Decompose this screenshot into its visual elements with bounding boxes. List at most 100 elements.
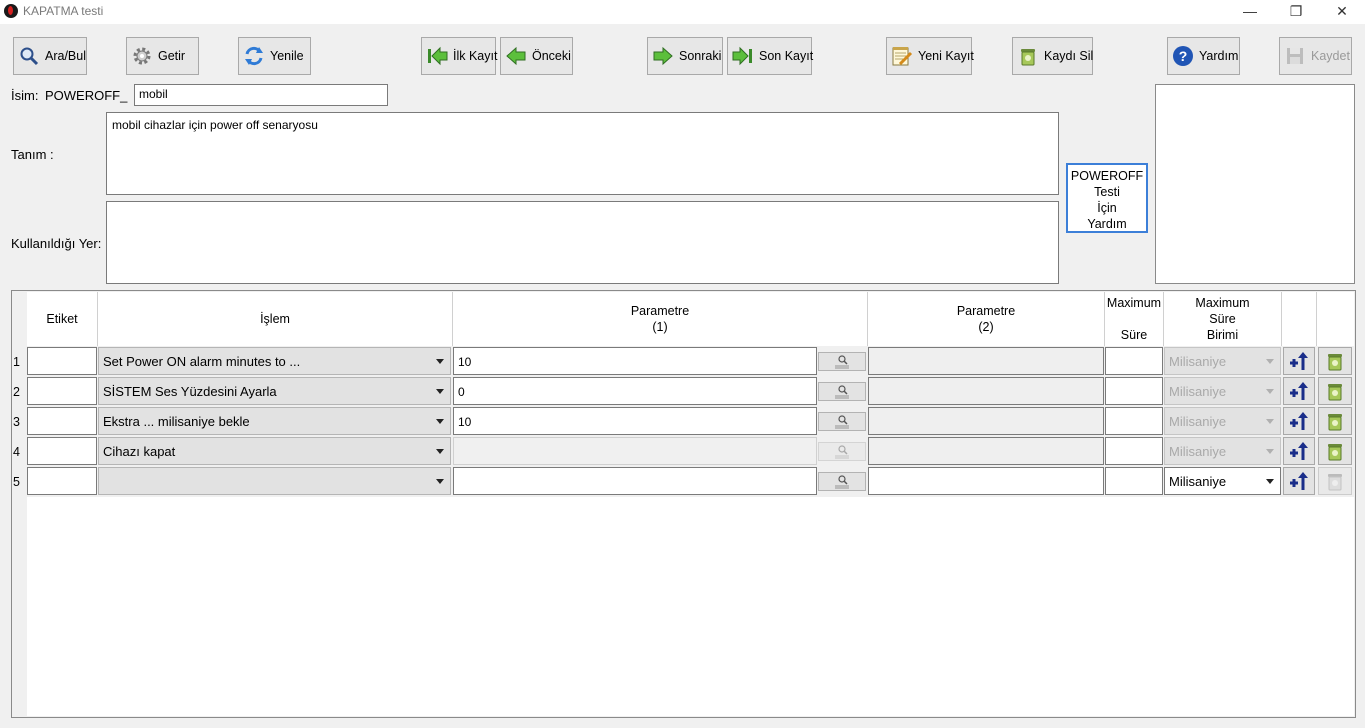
row-islem-value: Set Power ON alarm minutes to ... — [103, 354, 301, 369]
header-islem-text: İşlem — [260, 312, 290, 326]
row-etiket-input[interactable] — [27, 437, 97, 465]
previous-button[interactable]: Önceki — [500, 37, 573, 75]
maximize-button[interactable]: ❐ — [1273, 0, 1319, 24]
row-search-f12-button[interactable] — [818, 472, 866, 491]
row-param2-input[interactable] — [868, 407, 1104, 435]
delete-record-button[interactable]: Kaydı Sil — [1012, 37, 1093, 75]
row-etiket-input[interactable] — [27, 407, 97, 435]
first-arrow-icon — [426, 45, 448, 67]
row-param2-input[interactable] — [868, 377, 1104, 405]
row-delete-button[interactable] — [1318, 347, 1352, 375]
header-param1-line2: (1) — [652, 320, 668, 334]
row-islem-value: Ekstra ... milisaniye bekle — [103, 414, 250, 429]
test-help-button[interactable]: POWEROFF Testi İçin Yardım — [1066, 163, 1148, 233]
search-f12-icon — [835, 414, 849, 429]
new-record-label: Yeni Kayıt — [918, 49, 974, 63]
save-button[interactable]: Kaydet — [1279, 37, 1352, 75]
row-param2-input[interactable] — [868, 347, 1104, 375]
row-birim-value: Milisaniye — [1169, 444, 1227, 459]
row-birim-select[interactable]: Milisaniye — [1164, 437, 1281, 465]
app-logo-icon — [4, 4, 18, 18]
last-record-label: Son Kayıt — [759, 49, 814, 63]
help-line-3: İçin — [1097, 201, 1117, 215]
row-param1-input[interactable]: 10 — [453, 407, 817, 435]
row-param2-input[interactable] — [868, 437, 1104, 465]
header-max-sure-line1: Maximum — [1106, 296, 1162, 310]
floppy-disk-icon — [1284, 45, 1306, 67]
help-button[interactable]: ? Yardım — [1167, 37, 1240, 75]
row-islem-select[interactable]: SİSTEM Ses Yüzdesini Ayarla — [98, 377, 451, 405]
row-param1-input[interactable]: 0 — [453, 377, 817, 405]
row-move-up-button[interactable] — [1283, 437, 1315, 465]
name-input[interactable]: mobil — [134, 84, 388, 106]
fetch-button[interactable]: Getir — [126, 37, 199, 75]
search-button-label: Ara/Bul — [45, 49, 86, 63]
refresh-button[interactable]: Yenile — [238, 37, 311, 75]
help-button-label: Yardım — [1199, 49, 1239, 63]
row-birim-select[interactable]: Milisaniye — [1164, 407, 1281, 435]
close-button[interactable]: ✕ — [1319, 0, 1365, 24]
minimize-button[interactable]: — — [1227, 0, 1273, 24]
help-line-2: Testi — [1094, 185, 1120, 199]
search-button[interactable]: Ara/Bul — [13, 37, 87, 75]
row-max-sure-input[interactable] — [1105, 467, 1163, 495]
name-prefix: POWEROFF_ — [45, 88, 128, 103]
row-etiket-input[interactable] — [27, 377, 97, 405]
row-move-up-button[interactable] — [1283, 407, 1315, 435]
help-line-1: POWEROFF — [1070, 169, 1144, 183]
row-birim-value: Milisaniye — [1169, 354, 1227, 369]
row-move-up-button[interactable] — [1283, 467, 1315, 495]
row-delete-button[interactable] — [1318, 407, 1352, 435]
row-islem-select[interactable]: Set Power ON alarm minutes to ... — [98, 347, 451, 375]
trash-bin-icon — [1017, 45, 1039, 67]
row-delete-button[interactable] — [1318, 437, 1352, 465]
row-islem-select[interactable] — [98, 467, 451, 495]
row-delete-button[interactable] — [1318, 377, 1352, 405]
row-search-f12-button[interactable] — [818, 352, 866, 371]
used-in-textarea[interactable] — [106, 201, 1059, 284]
row-search-f12-button[interactable] — [818, 382, 866, 401]
header-delete — [1317, 292, 1354, 346]
row-birim-select[interactable]: Milisaniye — [1164, 377, 1281, 405]
row-param1-input[interactable]: 10 — [453, 347, 817, 375]
row-islem-select[interactable]: Cihazı kapat — [98, 437, 451, 465]
last-record-button[interactable]: Son Kayıt — [727, 37, 814, 75]
plus-up-arrow-icon — [1290, 352, 1308, 370]
row-param2-input[interactable] — [868, 467, 1104, 495]
row-max-sure-input[interactable] — [1105, 407, 1163, 435]
svg-text:?: ? — [1179, 48, 1188, 64]
row-move-up-button[interactable] — [1283, 347, 1315, 375]
trash-bin-icon — [1328, 384, 1342, 401]
row-param1-input[interactable] — [453, 467, 817, 495]
chevron-down-icon — [1266, 389, 1274, 394]
next-button[interactable]: Sonraki — [647, 37, 723, 75]
fetch-button-label: Getir — [158, 49, 186, 63]
name-label: İsim: — [11, 88, 39, 103]
row-islem-value: SİSTEM Ses Yüzdesini Ayarla — [103, 384, 277, 399]
row-max-sure-input[interactable] — [1105, 437, 1163, 465]
row-birim-value: Milisaniye — [1169, 384, 1227, 399]
first-record-button[interactable]: İlk Kayıt — [421, 37, 497, 75]
row-move-up-button[interactable] — [1283, 377, 1315, 405]
row-param1-input[interactable] — [453, 437, 817, 465]
row-etiket-input[interactable] — [27, 467, 97, 495]
left-arrow-icon — [505, 45, 527, 67]
row-birim-value: Milisaniye — [1169, 414, 1227, 429]
new-record-button[interactable]: Yeni Kayıt — [886, 37, 974, 75]
row-islem-select[interactable]: Ekstra ... milisaniye bekle — [98, 407, 451, 435]
delete-record-label: Kaydı Sil — [1044, 49, 1094, 63]
description-textarea[interactable]: mobil cihazlar için power off senaryosu — [106, 112, 1059, 195]
trash-bin-icon — [1328, 354, 1342, 371]
row-etiket-input[interactable] — [27, 347, 97, 375]
row-delete-button[interactable] — [1318, 467, 1352, 495]
row-max-sure-input[interactable] — [1105, 377, 1163, 405]
row-birim-select[interactable]: Milisaniye — [1164, 467, 1281, 495]
header-param2: Parametre (2) — [868, 292, 1105, 346]
row-search-f12-button[interactable] — [818, 412, 866, 431]
row-search-f12-button[interactable] — [818, 442, 866, 461]
plus-up-arrow-icon — [1290, 472, 1308, 490]
chevron-down-icon — [1266, 449, 1274, 454]
header-islem: İşlem — [98, 292, 453, 346]
row-max-sure-input[interactable] — [1105, 347, 1163, 375]
row-birim-select[interactable]: Milisaniye — [1164, 347, 1281, 375]
